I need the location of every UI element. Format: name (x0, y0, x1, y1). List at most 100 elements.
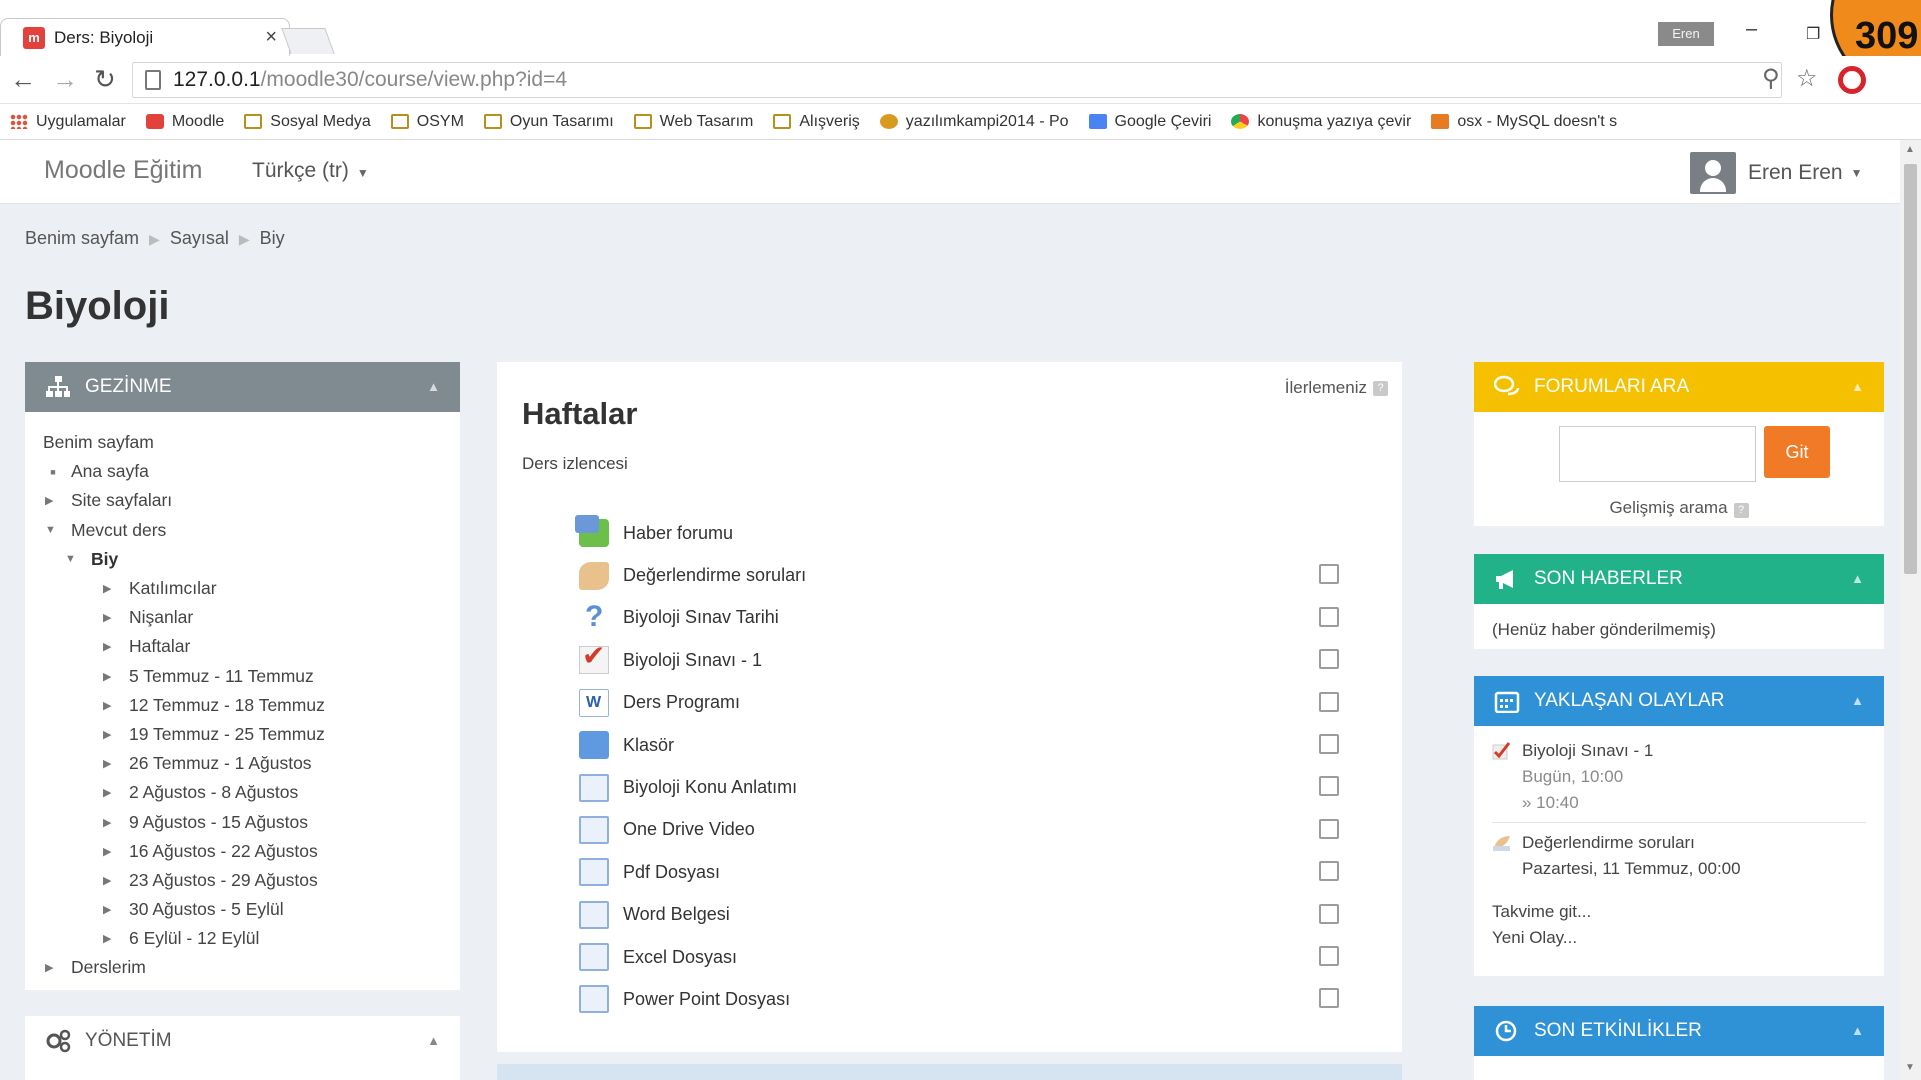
nav-tree-item[interactable]: ▶ 23 Ağustos - 29 Ağustos (43, 866, 442, 895)
nav-tree-item[interactable]: ▼ Mevcut ders (43, 516, 442, 545)
collapse-up-icon[interactable]: ▲ (1851, 379, 1864, 394)
completion-checkbox[interactable] (1319, 945, 1339, 966)
help-icon[interactable]: ? (1733, 503, 1749, 518)
completion-checkbox[interactable] (1319, 861, 1339, 882)
java-icon (1431, 114, 1450, 129)
completion-checkbox[interactable] (1319, 691, 1339, 712)
help-icon[interactable]: ? (1373, 380, 1388, 396)
bookmark-item[interactable]: Oyun Tasarımı (483, 113, 614, 131)
bookmark-item[interactable]: OSYM (390, 113, 464, 131)
nav-tree-item[interactable]: ▶ 16 Ağustos - 22 Ağustos (43, 837, 442, 866)
breadcrumb-item-course[interactable]: Biy (260, 228, 285, 248)
completion-checkbox[interactable] (1319, 776, 1339, 797)
back-arrow-icon[interactable]: ← (10, 64, 36, 95)
activity-link[interactable]: Klasör (623, 735, 674, 756)
restore-icon[interactable]: ❐ (1806, 24, 1820, 44)
nav-tree-item[interactable]: ▶ Katılımcılar (43, 574, 442, 603)
nav-tree-item[interactable]: ▼ Biy (43, 545, 442, 574)
nav-tree-item[interactable]: ▶ 26 Temmuz - 1 Ağustos (43, 749, 442, 778)
event-title-link[interactable]: Biyoloji Sınavı - 1 (1522, 738, 1872, 764)
scrollbar-thumb[interactable] (1904, 164, 1917, 574)
bookmark-item[interactable]: osx - MySQL doesn't s (1431, 113, 1617, 131)
nav-tree-item[interactable]: ▶ 5 Temmuz - 11 Temmuz (43, 662, 442, 691)
user-menu[interactable]: Eren Eren ▼ (1690, 152, 1862, 194)
nav-tree-item[interactable]: ■ Ana sayfa (43, 457, 442, 486)
nav-tree-item[interactable]: ▶ 30 Ağustos - 5 Eylül (43, 895, 442, 924)
browser-profile-chip[interactable]: Eren (1658, 22, 1714, 46)
bookmark-star-icon[interactable]: ☆ (1796, 64, 1818, 93)
bookmark-item[interactable]: konuşma yazıya çevir (1231, 113, 1411, 131)
recent-activity-header: SON ETKİNLİKLER ▲ (1474, 1006, 1884, 1056)
megaphone-icon (1496, 570, 1513, 589)
bookmark-item[interactable]: yazılımkampi2014 - Po (879, 113, 1069, 131)
activity-link[interactable]: Değerlendirme soruları (623, 565, 806, 586)
bookmark-item[interactable]: Alışveriş (773, 113, 860, 131)
zoom-icon[interactable]: ⚲ (1762, 64, 1780, 93)
recent-activity-title: SON ETKİNLİKLER (1534, 1020, 1702, 1041)
collapse-up-icon[interactable]: ▲ (1851, 1023, 1864, 1038)
page-scrollbar[interactable]: ▲ ▼ (1900, 140, 1921, 1080)
event-title-link[interactable]: Değerlendirme soruları (1522, 830, 1872, 856)
forward-arrow-icon[interactable]: → (52, 64, 78, 95)
activity-link[interactable]: Haber forumu (623, 523, 733, 544)
nav-tree-item[interactable]: ▶ Derslerim (43, 953, 442, 982)
caret-down-icon: ▼ (356, 166, 369, 180)
go-button[interactable]: Git (1764, 426, 1830, 478)
collapse-up-icon[interactable]: ▲ (427, 379, 440, 394)
bookmark-item[interactable]: Web Tasarım (633, 113, 753, 131)
browser-tab[interactable]: m Ders: Biyoloji × (0, 18, 290, 56)
bookmark-item[interactable]: Moodle (145, 113, 224, 131)
close-tab-icon[interactable]: × (265, 26, 277, 49)
activity-link[interactable]: One Drive Video (623, 819, 755, 840)
nav-tree-item[interactable]: ▶ 2 Ağustos - 8 Ağustos (43, 778, 442, 807)
activity-link[interactable]: Biyoloji Sınav Tarihi (623, 607, 779, 628)
completion-checkbox[interactable] (1319, 903, 1339, 924)
reload-icon[interactable]: ↻ (94, 64, 116, 95)
completion-checkbox[interactable] (1319, 564, 1339, 585)
activity-link[interactable]: Pdf Dosyası (623, 862, 720, 883)
scroll-up-icon[interactable]: ▲ (1905, 144, 1915, 155)
collapse-up-icon[interactable]: ▲ (1851, 693, 1864, 708)
completion-checkbox[interactable] (1319, 733, 1339, 754)
advanced-search-link[interactable]: Gelişmiş arama? (1474, 498, 1884, 518)
bookmark-item[interactable]: Uygulamalar (10, 113, 126, 131)
completion-checkbox[interactable] (1319, 818, 1339, 839)
collapse-up-icon[interactable]: ▲ (427, 1033, 440, 1048)
completion-checkbox[interactable] (1319, 606, 1339, 627)
site-brand[interactable]: Moodle Eğitim (44, 156, 202, 185)
activity-link[interactable]: Power Point Dosyası (623, 989, 790, 1010)
nav-tree-item[interactable]: ▶ 9 Ağustos - 15 Ağustos (43, 807, 442, 836)
new-tab-button[interactable] (281, 28, 335, 54)
nav-tree-item[interactable]: Benim sayfam (43, 428, 442, 457)
activity-link[interactable]: Biyoloji Sınavı - 1 (623, 650, 762, 671)
nav-tree-item[interactable]: ▶ 6 Eylül - 12 Eylül (43, 924, 442, 953)
address-bar[interactable]: 127.0.0.1/moodle30/course/view.php?id=4 (132, 62, 1782, 98)
nav-tree-item[interactable]: ▶ Nişanlar (43, 603, 442, 632)
nav-tree-item[interactable]: ▶ Site sayfaları (43, 486, 442, 515)
forum-search-input[interactable] (1559, 426, 1756, 482)
minimize-icon[interactable]: – (1746, 18, 1757, 41)
nav-tree-item[interactable]: ▶ Haftalar (43, 632, 442, 661)
nav-tree-item[interactable]: ▶ 12 Temmuz - 18 Temmuz (43, 691, 442, 720)
activity-link[interactable]: Excel Dosyası (623, 947, 737, 968)
breadcrumb-item-category[interactable]: Sayısal (170, 228, 229, 248)
completion-checkbox[interactable] (1319, 988, 1339, 1009)
site-icon (879, 114, 898, 129)
go-to-calendar-link[interactable]: Takvime git... (1492, 902, 1591, 922)
folder-icon (390, 114, 409, 129)
completion-checkbox[interactable] (1319, 649, 1339, 670)
chat-bubbles-icon (1494, 375, 1520, 396)
breadcrumb-item-my-page[interactable]: Benim sayfam (25, 228, 139, 248)
language-menu[interactable]: Türkçe (tr) ▼ (252, 159, 369, 183)
activity-link[interactable]: Biyoloji Konu Anlatımı (623, 777, 797, 798)
breadcrumb-separator-icon: ▶ (149, 231, 160, 247)
collapse-up-icon[interactable]: ▲ (1851, 571, 1864, 586)
scroll-down-icon[interactable]: ▼ (1905, 1062, 1915, 1073)
bookmark-item[interactable]: Sosyal Medya (244, 113, 371, 131)
new-event-link[interactable]: Yeni Olay... (1492, 928, 1577, 948)
activity-link[interactable]: Word Belgesi (623, 904, 730, 925)
nav-tree-item[interactable]: ▶ 19 Temmuz - 25 Temmuz (43, 720, 442, 749)
bookmark-item[interactable]: Google Çeviri (1088, 113, 1211, 131)
opera-extension-icon[interactable] (1838, 66, 1866, 94)
activity-link[interactable]: Ders Programı (623, 692, 740, 713)
